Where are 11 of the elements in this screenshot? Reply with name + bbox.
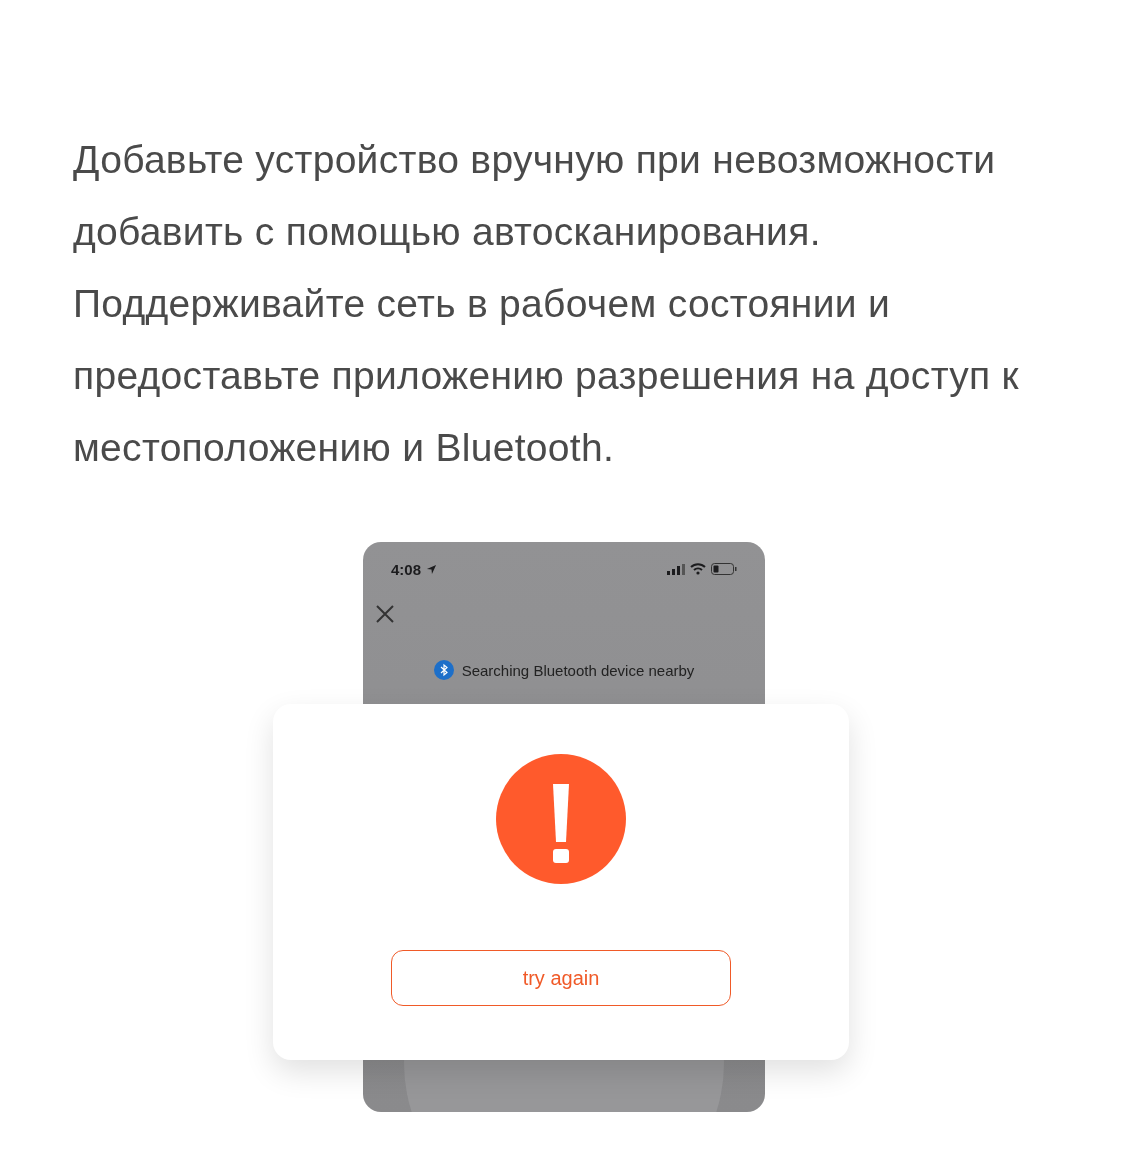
search-status-text: Searching Bluetooth device nearby xyxy=(461,661,695,679)
alert-icon xyxy=(496,754,626,884)
status-time: 4:08 xyxy=(391,560,422,578)
wifi-icon xyxy=(690,563,706,575)
signal-icon xyxy=(667,563,685,575)
battery-icon xyxy=(711,563,737,575)
instruction-text: Добавьте устройство вручную при невозможности добавить с помощью автосканирования. Поддерживайте сеть в рабочем состоянии и предоставьте приложению разрешения на доступ к местоположению и Bluetooth. xyxy=(73,137,1020,471)
location-arrow-icon xyxy=(426,563,438,575)
close-icon[interactable] xyxy=(375,604,395,624)
bluetooth-icon xyxy=(433,660,454,680)
try-again-button[interactable]: try again xyxy=(391,950,731,1006)
